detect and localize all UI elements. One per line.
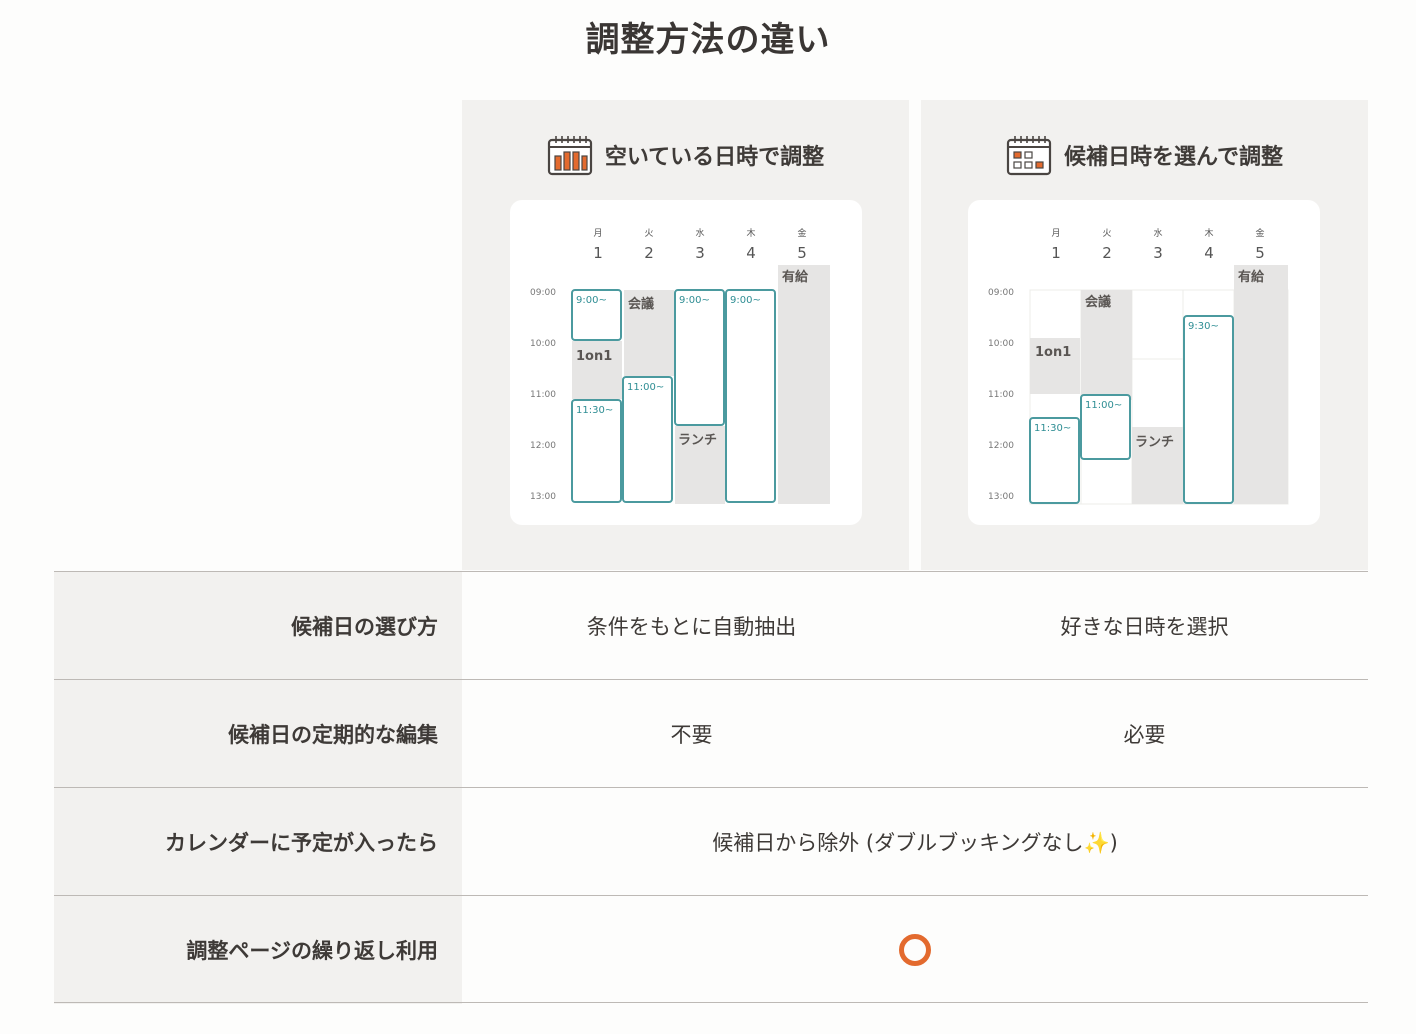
time-label: 11:00 bbox=[530, 390, 556, 400]
row-label: 候補日の定期的な編集 bbox=[228, 723, 438, 747]
weekday-label: 金 bbox=[797, 227, 806, 239]
date-label: 4 bbox=[1204, 244, 1214, 262]
time-label: 11:00 bbox=[988, 390, 1014, 400]
row-label-cell: カレンダーに予定が入ったら bbox=[54, 788, 462, 896]
weekday-label: 月 bbox=[593, 228, 602, 239]
busy-block-paid-leave bbox=[1234, 265, 1288, 504]
date-label: 3 bbox=[695, 244, 705, 262]
time-label: 13:00 bbox=[988, 492, 1014, 502]
slot-label: 9:00~ bbox=[679, 295, 710, 306]
weekday-label: 水 bbox=[695, 227, 704, 239]
time-label: 09:00 bbox=[530, 288, 556, 298]
row-label-cell: 候補日の定期的な編集 bbox=[54, 680, 462, 788]
row-label-cell: 候補日の選び方 bbox=[54, 572, 462, 680]
date-label: 1 bbox=[1051, 244, 1061, 262]
calendar-bars-icon bbox=[547, 136, 592, 176]
method-column-pick-times: 候補日時を選んで調整 月 火 水 木 金 1 2 3 4 5 09:00 10:… bbox=[921, 100, 1368, 570]
slot-label: 9:00~ bbox=[576, 295, 607, 306]
slot-label: 11:00~ bbox=[1085, 400, 1122, 411]
calendar-preview-available: 月 火 水 木 金 1 2 3 4 5 09:00 10:00 11:00 12… bbox=[510, 200, 862, 525]
cell-method-a: 条件をもとに自動抽出 bbox=[586, 615, 797, 639]
row-label: カレンダーに予定が入ったら bbox=[165, 831, 438, 855]
cell-method-a: 不要 bbox=[670, 723, 713, 747]
slot-label: 9:30~ bbox=[1188, 321, 1219, 332]
time-label: 12:00 bbox=[530, 441, 556, 451]
page-title: 調整方法の違い bbox=[585, 20, 831, 60]
date-label: 3 bbox=[1153, 244, 1163, 262]
time-label: 09:00 bbox=[988, 288, 1014, 298]
calendar-grid-icon bbox=[1006, 136, 1052, 176]
method-label: 候補日時を選んで調整 bbox=[1064, 145, 1283, 170]
slot-label: 11:00~ bbox=[627, 382, 664, 393]
method-header: 候補日時を選んで調整 bbox=[921, 134, 1368, 176]
slot-label: 11:30~ bbox=[1034, 423, 1071, 434]
comparison-row-calendar-events: カレンダーに予定が入ったら 候補日から除外 (ダブルブッキングなし✨) bbox=[54, 787, 1368, 896]
event-paid-leave: 有給 bbox=[782, 269, 809, 285]
event-lunch: ランチ bbox=[1135, 435, 1174, 450]
date-label: 2 bbox=[1102, 244, 1112, 262]
slot-label: 11:30~ bbox=[576, 405, 613, 416]
row-label: 候補日の選び方 bbox=[291, 615, 438, 639]
table-bottom-border bbox=[54, 1002, 1368, 1003]
slot bbox=[725, 289, 776, 503]
cell-method-b: 必要 bbox=[1123, 723, 1166, 747]
calendar-preview-graphic: 月 火 水 木 金 1 2 3 4 5 09:00 10:00 11:00 12… bbox=[988, 227, 1289, 505]
event-paid-leave: 有給 bbox=[1238, 269, 1265, 285]
slot bbox=[1183, 315, 1234, 504]
date-label: 1 bbox=[593, 244, 603, 262]
date-label: 2 bbox=[644, 244, 654, 262]
comparison-row-selection: 候補日の選び方 条件をもとに自動抽出 好きな日時を選択 bbox=[54, 571, 1368, 680]
calendar-preview-pick: 月 火 水 木 金 1 2 3 4 5 09:00 10:00 11:00 12… bbox=[968, 200, 1320, 525]
cell-merged bbox=[462, 896, 1368, 1004]
row-label-cell: 調整ページの繰り返し利用 bbox=[54, 896, 462, 1004]
method-header: 空いている日時で調整 bbox=[462, 134, 909, 176]
weekday-label: 火 bbox=[644, 228, 653, 239]
weekday-label: 月 bbox=[1051, 228, 1060, 239]
time-label: 13:00 bbox=[530, 492, 556, 502]
event-lunch: ランチ bbox=[678, 433, 717, 448]
time-label: 10:00 bbox=[530, 339, 556, 349]
cell-merged: 候補日から除外 (ダブルブッキングなし✨) bbox=[712, 831, 1118, 855]
calendar-preview-graphic: 月 火 水 木 金 1 2 3 4 5 09:00 10:00 11:00 12… bbox=[530, 227, 830, 504]
method-label: 空いている日時で調整 bbox=[604, 145, 825, 170]
circle-mark-icon bbox=[899, 934, 931, 966]
event-meeting: 会議 bbox=[1085, 294, 1111, 310]
weekday-label: 金 bbox=[1255, 227, 1264, 239]
row-label: 調整ページの繰り返し利用 bbox=[186, 939, 438, 963]
date-label: 5 bbox=[1255, 244, 1265, 262]
weekday-label: 木 bbox=[746, 227, 755, 239]
weekday-label: 火 bbox=[1102, 228, 1111, 239]
comparison-row-editing: 候補日の定期的な編集 不要 必要 bbox=[54, 679, 1368, 788]
weekday-label: 木 bbox=[1204, 227, 1213, 239]
busy-block-paid-leave bbox=[778, 265, 830, 504]
slot bbox=[674, 289, 725, 426]
date-label: 4 bbox=[746, 244, 756, 262]
slot bbox=[622, 376, 673, 503]
event-meeting: 会議 bbox=[628, 296, 654, 312]
time-label: 10:00 bbox=[988, 339, 1014, 349]
slot-label: 9:00~ bbox=[730, 295, 761, 306]
date-label: 5 bbox=[797, 244, 807, 262]
event-1on1: 1on1 bbox=[576, 349, 612, 364]
comparison-row-reuse: 調整ページの繰り返し利用 bbox=[54, 895, 1368, 1004]
method-column-available-times: 空いている日時で調整 月 火 水 木 金 1 2 3 4 5 09:00 10:… bbox=[462, 100, 909, 570]
cell-method-b: 好きな日時を選択 bbox=[1060, 615, 1229, 639]
time-label: 12:00 bbox=[988, 441, 1014, 451]
weekday-label: 水 bbox=[1153, 227, 1162, 239]
event-1on1: 1on1 bbox=[1035, 345, 1071, 360]
